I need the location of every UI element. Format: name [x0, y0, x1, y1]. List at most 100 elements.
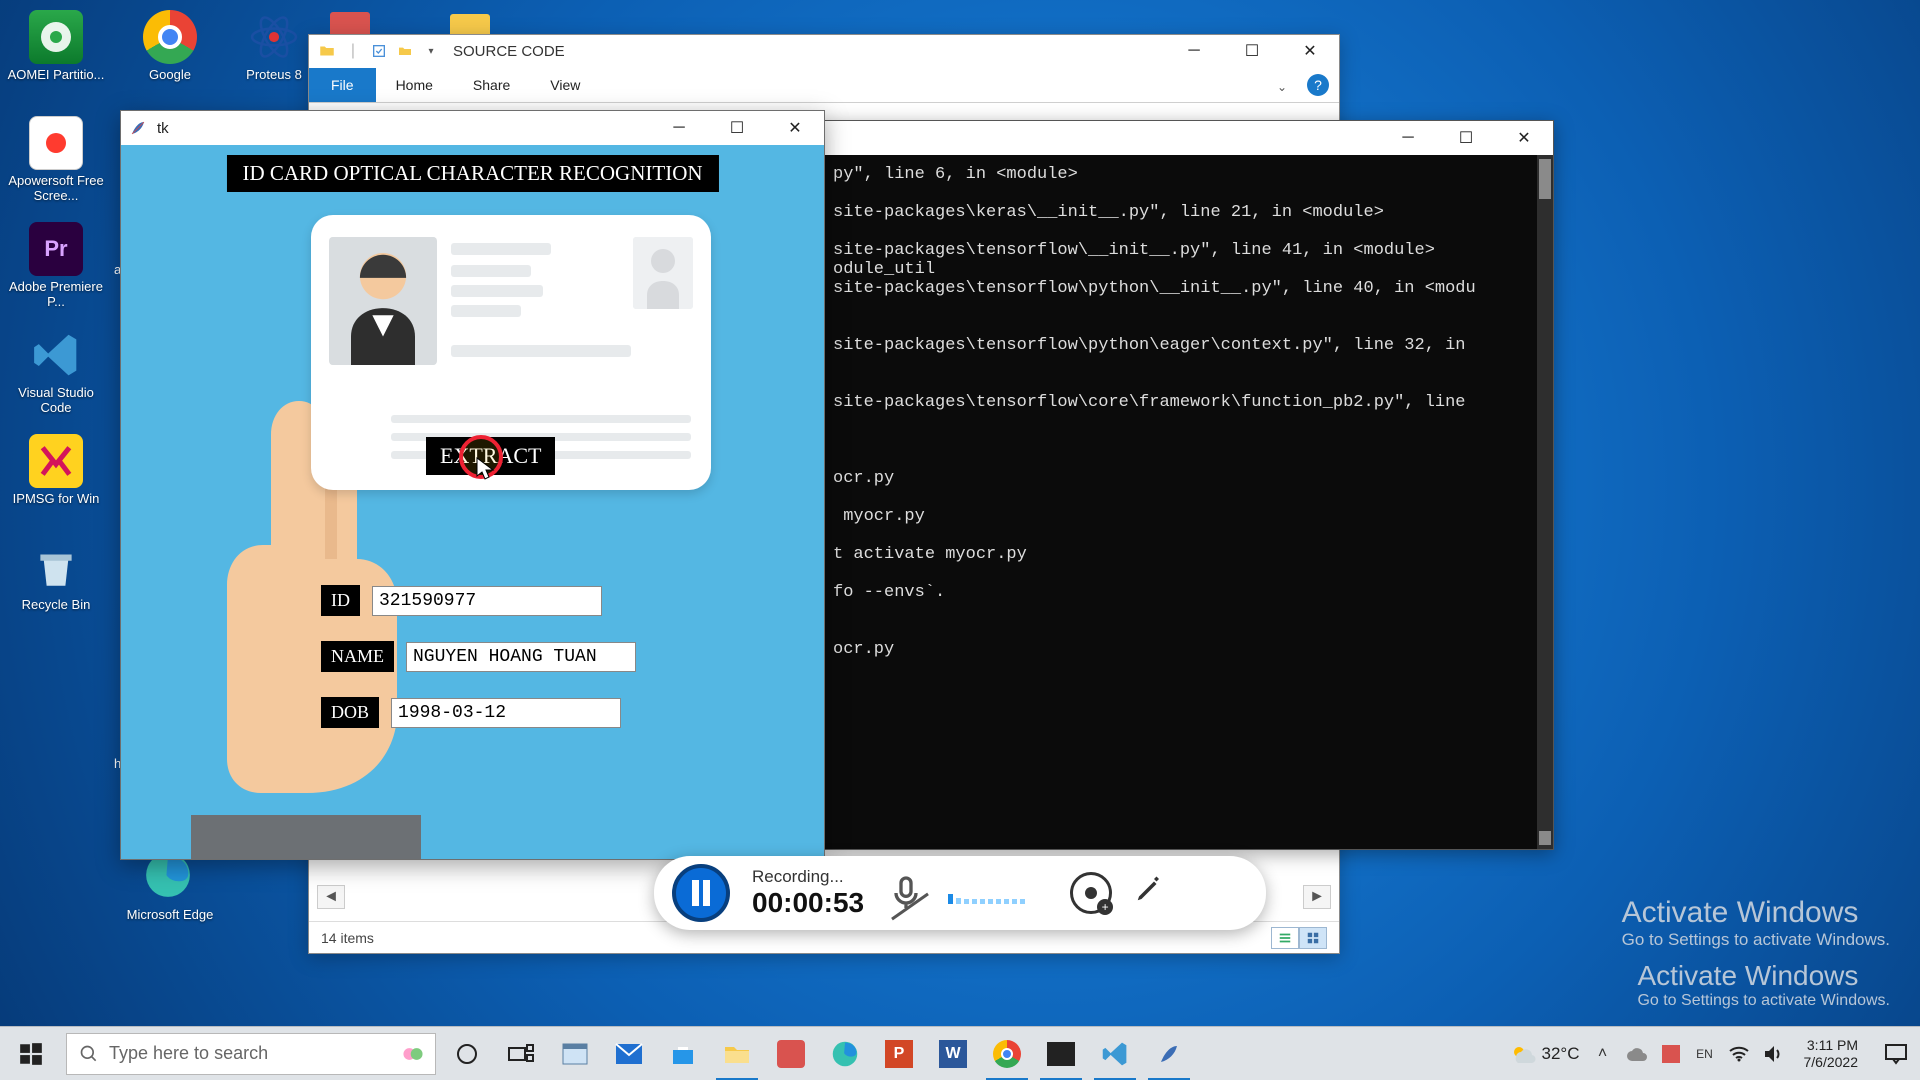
mic-muted-button[interactable]: [886, 873, 926, 913]
watermark-sub: Go to Settings to activate Windows.: [1622, 930, 1890, 950]
dob-label: DOB: [321, 697, 379, 728]
scrollbar-thumb[interactable]: [1539, 159, 1551, 199]
close-button[interactable]: ✕: [766, 112, 824, 144]
tray-weather[interactable]: 32°C: [1510, 1043, 1580, 1065]
desktop-icon-recycle-bin[interactable]: Recycle Bin: [6, 540, 106, 640]
tray-expand-icon[interactable]: ˄: [1592, 1043, 1614, 1065]
dob-field[interactable]: [391, 698, 621, 728]
pause-button[interactable]: [672, 864, 730, 922]
taskbar-app-edge[interactable]: [818, 1027, 872, 1080]
minimize-button[interactable]: ─: [650, 112, 708, 144]
desktop-icon-ipmsg[interactable]: IPMSG for Win: [6, 434, 106, 534]
folder-icon: [315, 39, 339, 63]
id-field[interactable]: [372, 586, 602, 616]
desktop-icon-premiere[interactable]: Pr Adobe Premiere P...: [6, 222, 106, 322]
recording-status: Recording...: [752, 867, 864, 887]
ipmsg-icon: [36, 441, 76, 481]
explorer-ribbon: File Home Share View ⌄ ?: [309, 67, 1339, 103]
desktop-icon-edge[interactable]: Microsoft Edge: [120, 850, 220, 923]
tk-feather-icon: [129, 119, 147, 137]
desktop-icon-label: Recycle Bin: [22, 598, 91, 613]
tray-locale-icon[interactable]: EN: [1694, 1043, 1716, 1065]
maximize-button[interactable]: ☐: [1223, 35, 1281, 67]
taskbar-app-generic[interactable]: [764, 1027, 818, 1080]
taskbar-app-store[interactable]: [656, 1027, 710, 1080]
nav-forward-button[interactable]: ►: [1303, 885, 1331, 909]
scrollbar-thumb[interactable]: [1539, 831, 1551, 845]
taskbar-app-chrome[interactable]: [980, 1027, 1034, 1080]
store-icon: [670, 1041, 696, 1067]
desktop-icon-label: Microsoft Edge: [127, 908, 214, 923]
view-icons-button[interactable]: [1299, 927, 1327, 949]
help-icon[interactable]: ?: [1307, 74, 1329, 96]
ribbon-tab-file[interactable]: File: [309, 68, 376, 102]
weather-icon: [1510, 1043, 1536, 1065]
desktop-icon-apowersoft[interactable]: Apowersoft Free Scree...: [6, 116, 106, 216]
pause-icon: [690, 880, 712, 906]
qat-properties-icon[interactable]: [367, 39, 391, 63]
terminal-scrollbar[interactable]: [1537, 155, 1553, 849]
desktop-icon-aomei[interactable]: AOMEI Partitio...: [6, 10, 106, 110]
taskbar-app-word[interactable]: W: [926, 1027, 980, 1080]
id-card-photo: [329, 237, 437, 365]
taskbar-app-terminal[interactable]: [1034, 1027, 1088, 1080]
terminal-title-bar[interactable]: ─ ☐ ✕: [825, 121, 1553, 155]
clock-date: 7/6/2022: [1804, 1054, 1859, 1070]
explorer-title-bar[interactable]: | ▾ SOURCE CODE ─ ☐ ✕: [309, 35, 1339, 67]
tray-app-icon[interactable]: [1660, 1043, 1682, 1065]
view-details-button[interactable]: [1271, 927, 1299, 949]
taskbar-app-vscode[interactable]: [1088, 1027, 1142, 1080]
taskbar-app-powerpoint[interactable]: P: [872, 1027, 926, 1080]
activate-windows-watermark: Activate Windows Go to Settings to activ…: [1622, 896, 1890, 950]
start-button[interactable]: [0, 1027, 62, 1080]
qat-newfolder-icon[interactable]: [393, 39, 417, 63]
desktop-icon-label: IPMSG for Win: [13, 492, 100, 507]
name-label: NAME: [321, 641, 394, 672]
close-button[interactable]: ✕: [1495, 122, 1553, 154]
watermark-sub: Go to Settings to activate Windows.: [1637, 992, 1890, 1010]
tray-volume-icon[interactable]: [1762, 1043, 1784, 1065]
tk-title: tk: [157, 120, 169, 137]
tray-notifications[interactable]: [1878, 1036, 1914, 1072]
tray-onedrive-icon[interactable]: [1626, 1043, 1648, 1065]
extract-button[interactable]: EXTRACT: [426, 437, 555, 475]
terminal-output[interactable]: py", line 6, in <module> site-packages\k…: [825, 155, 1537, 849]
taskbar-app-explorer[interactable]: [548, 1027, 602, 1080]
tray-clock[interactable]: 3:11 PM 7/6/2022: [1796, 1037, 1867, 1069]
desktop-icon-label: Visual Studio Code: [6, 386, 106, 416]
ribbon-collapse-icon[interactable]: ⌄: [1267, 72, 1297, 102]
search-placeholder: Type here to search: [109, 1043, 268, 1064]
minimize-button[interactable]: ─: [1379, 122, 1437, 154]
maximize-button[interactable]: ☐: [1437, 122, 1495, 154]
folder-icon: [723, 1042, 751, 1066]
name-field[interactable]: [406, 642, 636, 672]
nav-back-button[interactable]: ◄: [317, 885, 345, 909]
taskbar-taskview[interactable]: [494, 1027, 548, 1080]
taskbar-cortana[interactable]: [440, 1027, 494, 1080]
window-icon: [562, 1043, 588, 1065]
desktop-icon-chrome[interactable]: Google: [120, 10, 220, 83]
desktop-icons-column: AOMEI Partitio... Apowersoft Free Scree.…: [6, 10, 116, 646]
tk-title-bar[interactable]: tk ─ ☐ ✕: [121, 111, 824, 145]
annotate-button[interactable]: [1134, 874, 1164, 912]
desktop-icon-label: AOMEI Partitio...: [8, 68, 105, 83]
tray-wifi-icon[interactable]: [1728, 1043, 1750, 1065]
task-view-icon: [507, 1042, 535, 1066]
desktop-icon-vscode[interactable]: Visual Studio Code: [6, 328, 106, 428]
taskbar-search[interactable]: Type here to search: [66, 1033, 436, 1075]
screen-recorder-toolbar[interactable]: Recording... 00:00:53 +: [654, 856, 1266, 930]
webcam-button[interactable]: +: [1070, 872, 1112, 914]
maximize-button[interactable]: ☐: [708, 112, 766, 144]
minimize-button[interactable]: ─: [1165, 35, 1223, 67]
pencil-icon: [1134, 874, 1164, 904]
close-button[interactable]: ✕: [1281, 35, 1339, 67]
ribbon-tab-view[interactable]: View: [530, 68, 600, 102]
taskbar-app-mail[interactable]: [602, 1027, 656, 1080]
ribbon-tab-share[interactable]: Share: [453, 68, 530, 102]
atom-icon: [247, 10, 301, 64]
qat-dropdown-icon[interactable]: ▾: [419, 39, 443, 63]
weather-temp: 32°C: [1542, 1044, 1580, 1064]
ribbon-tab-home[interactable]: Home: [376, 68, 453, 102]
taskbar-app-fileexplorer[interactable]: [710, 1027, 764, 1080]
taskbar-app-python[interactable]: [1142, 1027, 1196, 1080]
